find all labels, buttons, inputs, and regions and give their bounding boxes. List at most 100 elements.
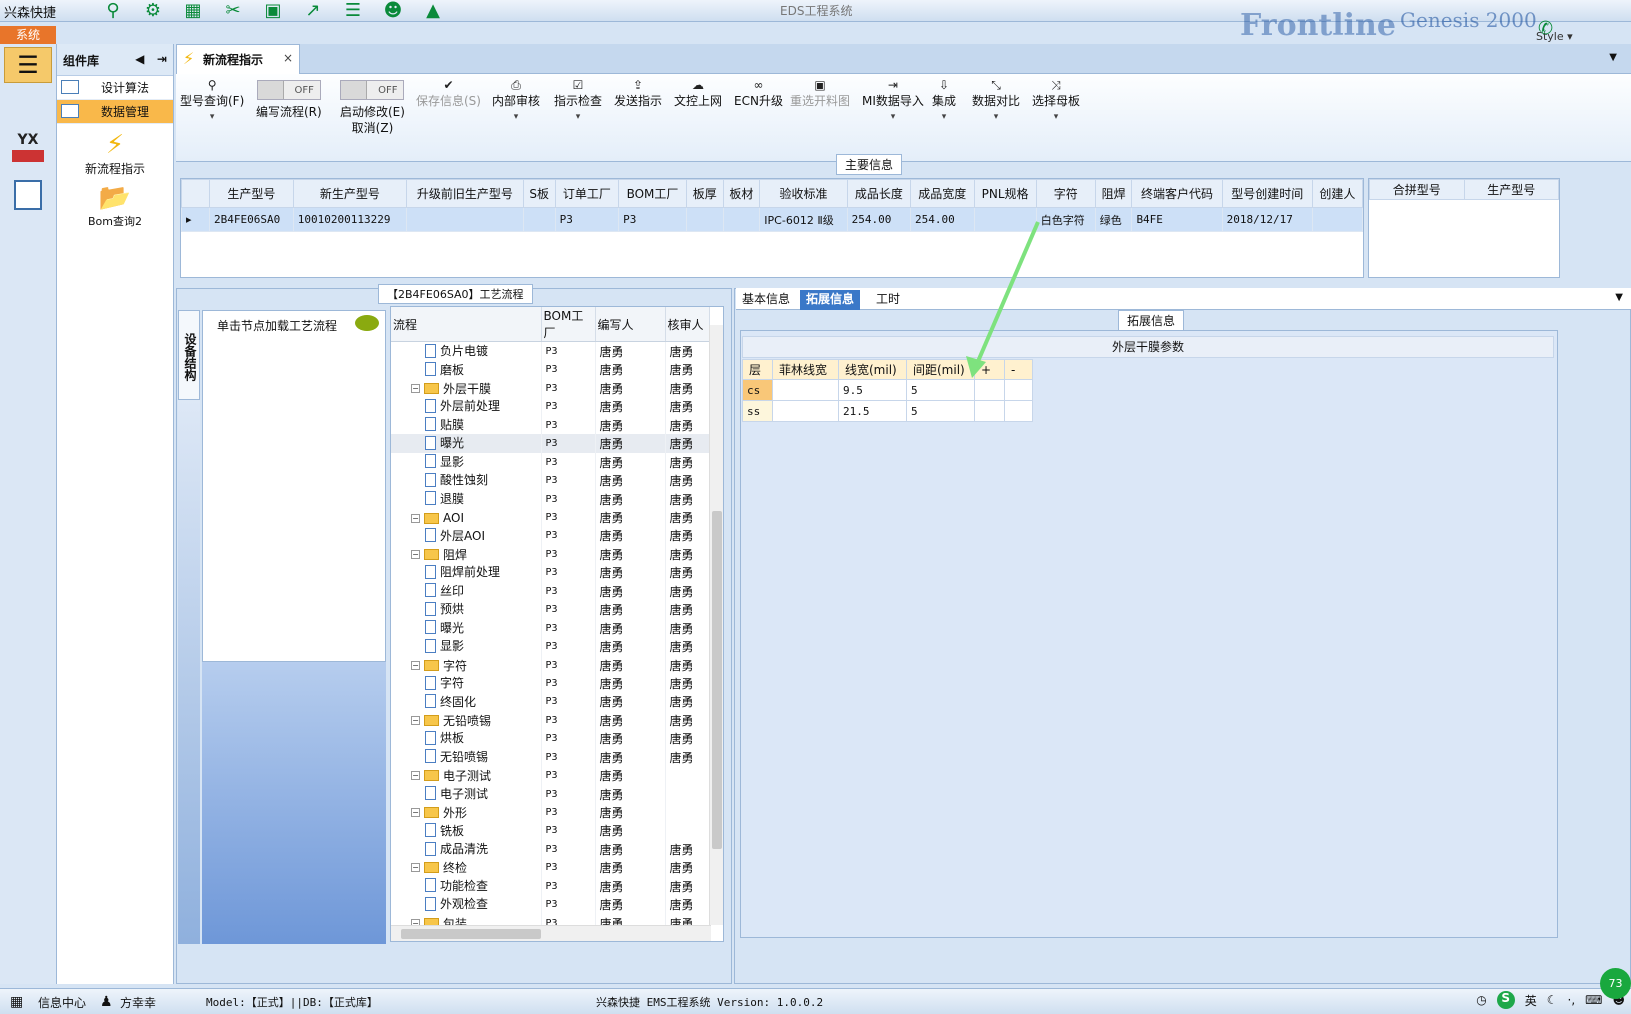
ribbon-button-5[interactable]: ☑ 指示检查 ▾ <box>554 78 602 124</box>
col-header-film-linewidth[interactable]: 菲林线宽 <box>772 359 839 380</box>
tree-row[interactable]: 显影 P3 唐勇 唐勇 <box>391 637 710 656</box>
col-header-main[interactable]: 验收标准 <box>759 179 848 208</box>
tree-vertical-scrollbar[interactable] <box>709 325 723 925</box>
tree-row[interactable]: 磨板 P3 唐勇 唐勇 <box>391 360 710 379</box>
info-center-link[interactable]: 信息中心 <box>38 994 86 1011</box>
tree-row[interactable]: 阻焊前处理 P3 唐勇 唐勇 <box>391 563 710 582</box>
col-header-main[interactable]: 新生产型号 <box>292 179 407 208</box>
list-icon[interactable]: ☰ <box>340 1 366 21</box>
col-header-process[interactable]: 流程 <box>391 307 542 342</box>
ribbon-button-11[interactable]: ⇩ 集成 ▾ <box>932 78 956 124</box>
col-header-main[interactable]: 板厚 <box>685 179 724 208</box>
table-cell[interactable]: cs <box>742 379 773 401</box>
tree-node-cell[interactable]: 显影 <box>391 452 542 472</box>
tree-node[interactable]: 电子测试 <box>395 785 488 802</box>
calculator-icon[interactable] <box>14 180 42 210</box>
collapse-icon[interactable]: − <box>411 549 420 559</box>
col-header-main[interactable]: 成品宽度 <box>910 179 975 208</box>
tree-row[interactable]: 电子测试 P3 唐勇 <box>391 784 710 804</box>
tree-node[interactable]: 预烘 <box>395 600 464 617</box>
chevron-down-icon[interactable]: ▾ <box>554 110 602 124</box>
tree-node-cell[interactable]: − 无铅喷锡 <box>391 711 542 730</box>
tree-node[interactable]: 曝光 <box>395 434 464 451</box>
tree-node[interactable]: − 无铅喷锡 <box>395 712 491 729</box>
tree-node-cell[interactable]: − 字符 <box>391 655 542 675</box>
col-header-main[interactable]: BOM工厂 <box>618 179 687 208</box>
tree-horizontal-scrollbar[interactable] <box>391 925 711 941</box>
table-cell[interactable]: B4FE <box>1131 207 1223 232</box>
tree-node-cell[interactable]: 负片电镀 <box>391 341 542 361</box>
tree-node-cell[interactable]: 外层AOI <box>391 526 542 546</box>
chevron-down-icon[interactable]: ▾ <box>180 110 244 124</box>
chevron-down-icon[interactable]: ▾ <box>1032 110 1080 124</box>
table-cell[interactable]: ss <box>742 400 773 422</box>
tree-row[interactable]: 预烘 P3 唐勇 唐勇 <box>391 600 710 619</box>
tree-node-cell[interactable]: 预烘 <box>391 600 542 619</box>
tree-row[interactable]: 退膜 P3 唐勇 唐勇 <box>391 489 710 509</box>
tab-new-process[interactable]: ⚡ 新流程指示 × <box>176 44 300 74</box>
remove-column-button[interactable]: - <box>1004 359 1033 380</box>
table-row[interactable]: ▸ 2B4FE06SA0 10010200113229 P3 P3 IPC-6012 Ⅱ级… <box>181 207 1364 232</box>
tree-node[interactable]: 退膜 <box>395 490 464 507</box>
factory-yx-icon[interactable]: YX <box>12 132 44 166</box>
table-cell[interactable] <box>1004 400 1033 422</box>
tree-row[interactable]: 外观检查 P3 唐勇 唐勇 <box>391 895 710 914</box>
tree-row[interactable]: 字符 P3 唐勇 唐勇 <box>391 674 710 693</box>
tree-node-cell[interactable]: − AOI <box>391 508 542 527</box>
tree-node-cell[interactable]: 字符 <box>391 674 542 693</box>
tree-node[interactable]: 负片电镀 <box>395 342 488 359</box>
tree-node-cell[interactable]: 磨板 <box>391 360 542 379</box>
tree-node[interactable]: 曝光 <box>395 619 464 636</box>
windows-grid-icon[interactable]: ▦ <box>10 994 23 1010</box>
collapse-icon[interactable]: − <box>411 715 420 725</box>
tree-node[interactable]: 显影 <box>395 637 464 654</box>
tree-row[interactable]: − 电子测试 P3 唐勇 <box>391 766 710 785</box>
tree-node[interactable]: 外层前处理 <box>395 397 500 414</box>
system-tab[interactable]: 系统 <box>0 26 56 44</box>
col-header-main[interactable]: 成品长度 <box>846 179 912 208</box>
chart-icon[interactable]: ▲ <box>420 1 446 21</box>
tree-row[interactable]: 贴膜 P3 唐勇 唐勇 <box>391 415 710 435</box>
col-header-production-model[interactable]: 生产型号 <box>1463 179 1559 200</box>
tree-node[interactable]: 酸性蚀刻 <box>395 471 488 488</box>
tree-node-cell[interactable]: 终固化 <box>391 692 542 712</box>
punctuation-icon[interactable]: ·, <box>1568 993 1576 1007</box>
tree-node[interactable]: − 外形 <box>395 804 467 821</box>
tree-row[interactable]: − AOI P3 唐勇 唐勇 <box>391 508 710 527</box>
close-icon[interactable]: × <box>283 51 293 65</box>
tree-row[interactable]: 外层AOI P3 唐勇 唐勇 <box>391 526 710 546</box>
col-header-merge-model[interactable]: 合拼型号 <box>1369 179 1465 200</box>
clock-icon[interactable]: ◷ <box>1476 993 1486 1007</box>
ribbon-button-3[interactable]: ✔ 保存信息(S) <box>416 78 481 108</box>
ribbon-button-10[interactable]: ⇥ MI数据导入 ▾ <box>862 78 924 124</box>
user-icon[interactable]: ☻ <box>380 1 406 21</box>
sogou-ime-icon[interactable]: S <box>1496 991 1515 1009</box>
settings-icon[interactable]: ⚙ <box>140 1 166 21</box>
col-header-main[interactable]: 终端客户代码 <box>1131 179 1223 208</box>
col-header-writer[interactable]: 编写人 <box>595 307 666 342</box>
tab-list-chevron-icon[interactable]: ▼ <box>1609 52 1617 63</box>
tree-row[interactable]: 无铅喷锡 P3 唐勇 唐勇 <box>391 747 710 767</box>
tree-node[interactable]: 终固化 <box>395 693 476 710</box>
ribbon-button-7[interactable]: ☁ 文控上网 <box>674 78 722 108</box>
tree-row[interactable]: 终固化 P3 唐勇 唐勇 <box>391 692 710 712</box>
tree-row[interactable]: − 无铅喷锡 P3 唐勇 唐勇 <box>391 711 710 730</box>
col-header-layer[interactable]: 层 <box>742 359 773 380</box>
tree-row[interactable]: 显影 P3 唐勇 唐勇 <box>391 452 710 472</box>
hamburger-menu-icon[interactable]: ☰ <box>4 47 52 83</box>
tree-node-cell[interactable]: − 终检 <box>391 858 542 877</box>
tree-row[interactable]: − 外层干膜 P3 唐勇 唐勇 <box>391 379 710 398</box>
collapse-icon[interactable]: − <box>411 513 420 523</box>
table-cell[interactable] <box>1311 207 1364 232</box>
table-cell[interactable] <box>722 207 761 232</box>
table-cell[interactable]: 10010200113229 <box>292 207 407 232</box>
table-row[interactable]: ss 21.5 5 <box>742 400 1033 422</box>
table-cell[interactable] <box>974 379 1005 401</box>
ribbon-button-6[interactable]: ⇪ 发送指示 <box>614 78 662 108</box>
tree-node-cell[interactable]: 贴膜 <box>391 415 542 435</box>
tree-node[interactable]: − 阻焊 <box>395 546 467 563</box>
ribbon-button-12[interactable]: ⤡ 数据对比 ▾ <box>972 78 1020 124</box>
tab-work-hours[interactable]: 工时 <box>870 290 906 310</box>
ribbon-button-13[interactable]: ⤨ 选择母板 ▾ <box>1032 78 1080 124</box>
tile-new-process[interactable]: ⚡ 新流程指示 <box>57 130 173 177</box>
